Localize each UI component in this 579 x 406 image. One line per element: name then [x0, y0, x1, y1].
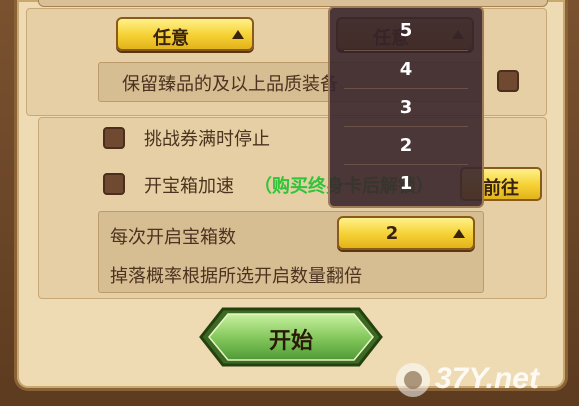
quality-select[interactable]: 任意	[116, 17, 254, 51]
triangle-up-icon	[453, 229, 465, 238]
chest-speed-checkbox[interactable]	[103, 173, 125, 195]
triangle-up-icon	[232, 30, 244, 39]
keep-quality-checkbox[interactable]	[497, 70, 519, 92]
chest-count-label: 每次开启宝箱数	[110, 227, 236, 248]
chest-count-select-value: 2	[385, 223, 399, 244]
dropdown-option-4[interactable]: 4	[330, 51, 482, 88]
watermark-text: 37Y.net	[435, 362, 539, 395]
chest-speed-label: 开宝箱加速	[144, 176, 234, 197]
watermark-logo-icon	[396, 363, 430, 397]
start-button-label: 开始	[268, 329, 313, 354]
dropdown-option-3[interactable]: 3	[330, 89, 482, 126]
dropdown-option-1[interactable]: 1	[330, 165, 482, 202]
keep-quality-label: 保留臻品的及以上品质装备	[122, 74, 338, 95]
dropdown-option-label: 1	[399, 173, 413, 194]
dropdown-option-5[interactable]: 5	[330, 12, 482, 49]
quality-select-value: 任意	[153, 28, 189, 49]
site-watermark: 37Y.net	[393, 358, 573, 402]
dropdown-option-label: 4	[399, 59, 413, 80]
dropdown-option-label: 3	[399, 97, 413, 118]
start-button[interactable]: 开始	[197, 305, 385, 369]
chest-count-select[interactable]: 2	[337, 216, 475, 250]
dropdown-option-label: 5	[399, 20, 413, 41]
dropdown-option-2[interactable]: 2	[330, 127, 482, 164]
ticket-stop-label: 挑战券满时停止	[144, 129, 270, 150]
chest-count-note: 掉落概率根据所选开启数量翻倍	[110, 266, 362, 287]
dropdown-option-label: 2	[399, 135, 413, 156]
ticket-stop-checkbox[interactable]	[103, 127, 125, 149]
chest-count-dropdown: 5 4 3 2 1	[328, 6, 484, 208]
